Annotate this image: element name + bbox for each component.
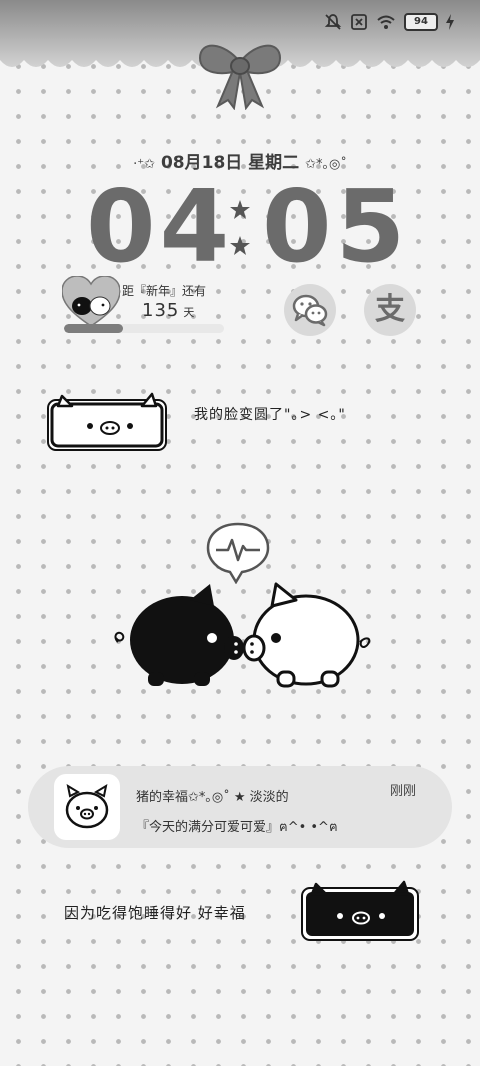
countdown-progress-track — [64, 324, 224, 333]
speech-text: 我的脸变圆了"｡> <｡" — [194, 407, 346, 423]
no-sim-icon — [350, 13, 368, 31]
black-pig-illustration — [114, 584, 244, 686]
heartbeat-bubble-icon — [206, 522, 270, 584]
countdown-unit: 天 — [183, 306, 195, 319]
notification-app-icon — [54, 774, 120, 840]
slogan-text: 因为吃得饱睡得好 好幸福 — [64, 904, 246, 922]
countdown-progress-fill — [64, 324, 124, 333]
white-pig-illustration — [242, 582, 371, 688]
alipay-button[interactable]: 支 — [364, 284, 416, 336]
countdown-value: 135 天 — [142, 300, 194, 321]
clock-hours: 04 — [86, 168, 234, 285]
wifi-icon — [376, 14, 396, 30]
notification-card[interactable]: 猪的幸福✩*｡◎˚ ★ 淡淡的 『今天的满分可爱可爱』ฅ^• •^ฅ 刚刚 — [28, 766, 452, 848]
charging-icon — [446, 14, 454, 30]
heart-pigs-icon — [62, 276, 120, 327]
status-bar: 94 — [324, 10, 454, 34]
pig-face-sticker — [47, 392, 167, 451]
wechat-button[interactable] — [284, 284, 336, 336]
notification-time: 刚刚 — [390, 784, 417, 799]
notification-title: 猪的幸福✩*｡◎˚ ★ 淡淡的 — [136, 790, 289, 805]
countdown-widget[interactable]: 距『新年』还有 135 天 — [62, 272, 228, 338]
black-pig-face-sticker — [301, 880, 419, 941]
mute-icon — [324, 13, 342, 31]
pig-avatar-icon — [65, 783, 109, 829]
battery-icon: 94 — [404, 13, 438, 31]
countdown-label: 距『新年』还有 — [122, 284, 207, 298]
alipay-icon: 支 — [375, 292, 405, 327]
clock-separator-stars-icon — [230, 200, 250, 255]
notification-body: 『今天的满分可爱可爱』ฅ^• •^ฅ — [136, 820, 338, 835]
countdown-days: 135 — [142, 300, 180, 321]
bow-icon — [198, 44, 282, 110]
clock-minutes: 05 — [262, 168, 410, 285]
wechat-icon — [292, 294, 328, 327]
